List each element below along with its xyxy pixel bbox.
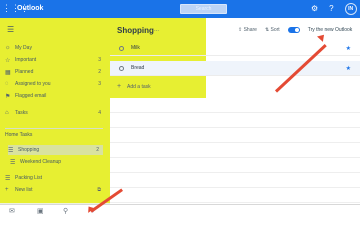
more-options-icon[interactable]: ... bbox=[154, 27, 159, 33]
page-title: Shopping bbox=[117, 26, 154, 35]
try-new-outlook-label: Try the new Outlook bbox=[307, 27, 353, 33]
settings-icon[interactable]: ⚙ bbox=[311, 3, 318, 15]
plus-icon: + bbox=[5, 187, 9, 193]
sort-label: Sort bbox=[270, 27, 280, 33]
sidebar-item-count: 2 bbox=[98, 69, 101, 75]
help-icon[interactable]: ? bbox=[329, 3, 333, 15]
sidebar-item-label: Important bbox=[15, 57, 37, 63]
sidebar-item-flagged-email[interactable]: ⚑ Flagged email bbox=[5, 91, 105, 101]
top-icons: ⚙ ? IN bbox=[311, 3, 357, 15]
sidebar-item-planned[interactable]: ▦ Planned 2 bbox=[5, 67, 105, 77]
share-button[interactable]: ⇪ Share bbox=[238, 27, 257, 33]
list-icon: ☰ bbox=[5, 175, 11, 182]
menu-icon[interactable]: ☰ bbox=[7, 26, 14, 34]
home-icon: ⌂ bbox=[5, 110, 9, 116]
star-icon[interactable]: ★ bbox=[346, 45, 351, 52]
sort-button[interactable]: ⇅ Sort bbox=[265, 27, 280, 33]
sidebar-item-label: Planned bbox=[15, 69, 34, 75]
sun-icon: ☼ bbox=[5, 45, 11, 51]
add-task-button[interactable]: + Add a task bbox=[117, 83, 151, 90]
sidebar-item-count: 3 bbox=[98, 57, 101, 63]
sidebar-item-label: Flagged email bbox=[15, 93, 47, 99]
star-icon[interactable]: ★ bbox=[346, 65, 351, 72]
top-app-bar: ⋮⋮⋮ Outlook Search ⚙ ? IN bbox=[0, 0, 360, 18]
task-title: Milk bbox=[131, 45, 140, 51]
search-placeholder: Search bbox=[195, 6, 212, 12]
flag-icon: ⚑ bbox=[5, 93, 11, 100]
sidebar-item-important[interactable]: ☆ Important 3 bbox=[5, 55, 105, 65]
avatar[interactable]: IN bbox=[344, 3, 357, 15]
calendar-icon: ▦ bbox=[5, 69, 11, 76]
star-icon: ☆ bbox=[5, 57, 11, 64]
new-list-button[interactable]: + New list ⧉ bbox=[5, 185, 105, 195]
sidebar-item-my-day[interactable]: ☼ My Day bbox=[5, 43, 105, 53]
sidebar-item-label: Shopping bbox=[18, 147, 40, 153]
try-new-outlook-toggle[interactable] bbox=[287, 27, 300, 33]
sidebar-item-weekend-cleanup[interactable]: ☰ Weekend Cleanup bbox=[10, 157, 110, 167]
search-input[interactable]: Search bbox=[180, 4, 227, 14]
empty-task-lines bbox=[110, 98, 360, 204]
new-list-label: New list bbox=[15, 187, 33, 193]
task-row[interactable]: Bread ★ bbox=[110, 61, 360, 76]
list-icon: ☰ bbox=[8, 147, 14, 154]
plus-icon: + bbox=[117, 83, 122, 90]
sidebar-item-tasks[interactable]: ⌂ Tasks 4 bbox=[5, 108, 105, 118]
sidebar-divider bbox=[5, 128, 103, 129]
sidebar-item-count: 4 bbox=[98, 110, 101, 116]
share-label: Share bbox=[243, 27, 257, 33]
mail-icon[interactable]: ✉ bbox=[9, 207, 15, 215]
sidebar-item-label: Assigned to you bbox=[15, 81, 51, 87]
calendar-icon[interactable]: ▣ bbox=[37, 207, 44, 215]
complete-task-checkbox[interactable] bbox=[119, 65, 124, 71]
list-toolbar: ⇪ Share ⇅ Sort Try the new Outlook bbox=[238, 27, 352, 33]
sidebar-item-label: Packing List bbox=[15, 175, 42, 181]
sidebar-item-assigned[interactable]: ◌ Assigned to you 3 bbox=[5, 79, 105, 89]
sidebar-item-count: 2 bbox=[96, 147, 99, 153]
bottom-app-bar bbox=[0, 205, 360, 220]
sidebar-item-label: Tasks bbox=[15, 110, 28, 116]
app-title: Outlook bbox=[17, 5, 44, 12]
sidebar-item-label: Weekend Cleanup bbox=[20, 159, 62, 165]
sidebar-item-count: 3 bbox=[98, 81, 101, 87]
add-task-label: Add a task bbox=[127, 83, 151, 90]
list-icon: ☰ bbox=[10, 159, 16, 166]
sidebar-item-shopping[interactable]: ☰ Shopping 2 bbox=[8, 145, 103, 155]
sidebar-section-title: Home Tasks bbox=[5, 132, 33, 138]
new-group-icon[interactable]: ⧉ bbox=[97, 187, 101, 193]
sidebar-item-packing-list[interactable]: ☰ Packing List bbox=[5, 173, 105, 183]
people-icon[interactable]: ⚲ bbox=[63, 207, 68, 215]
person-icon: ◌ bbox=[5, 81, 9, 87]
task-title: Bread bbox=[131, 65, 145, 71]
sidebar-item-label: My Day bbox=[15, 45, 32, 51]
complete-task-checkbox[interactable] bbox=[119, 45, 124, 51]
